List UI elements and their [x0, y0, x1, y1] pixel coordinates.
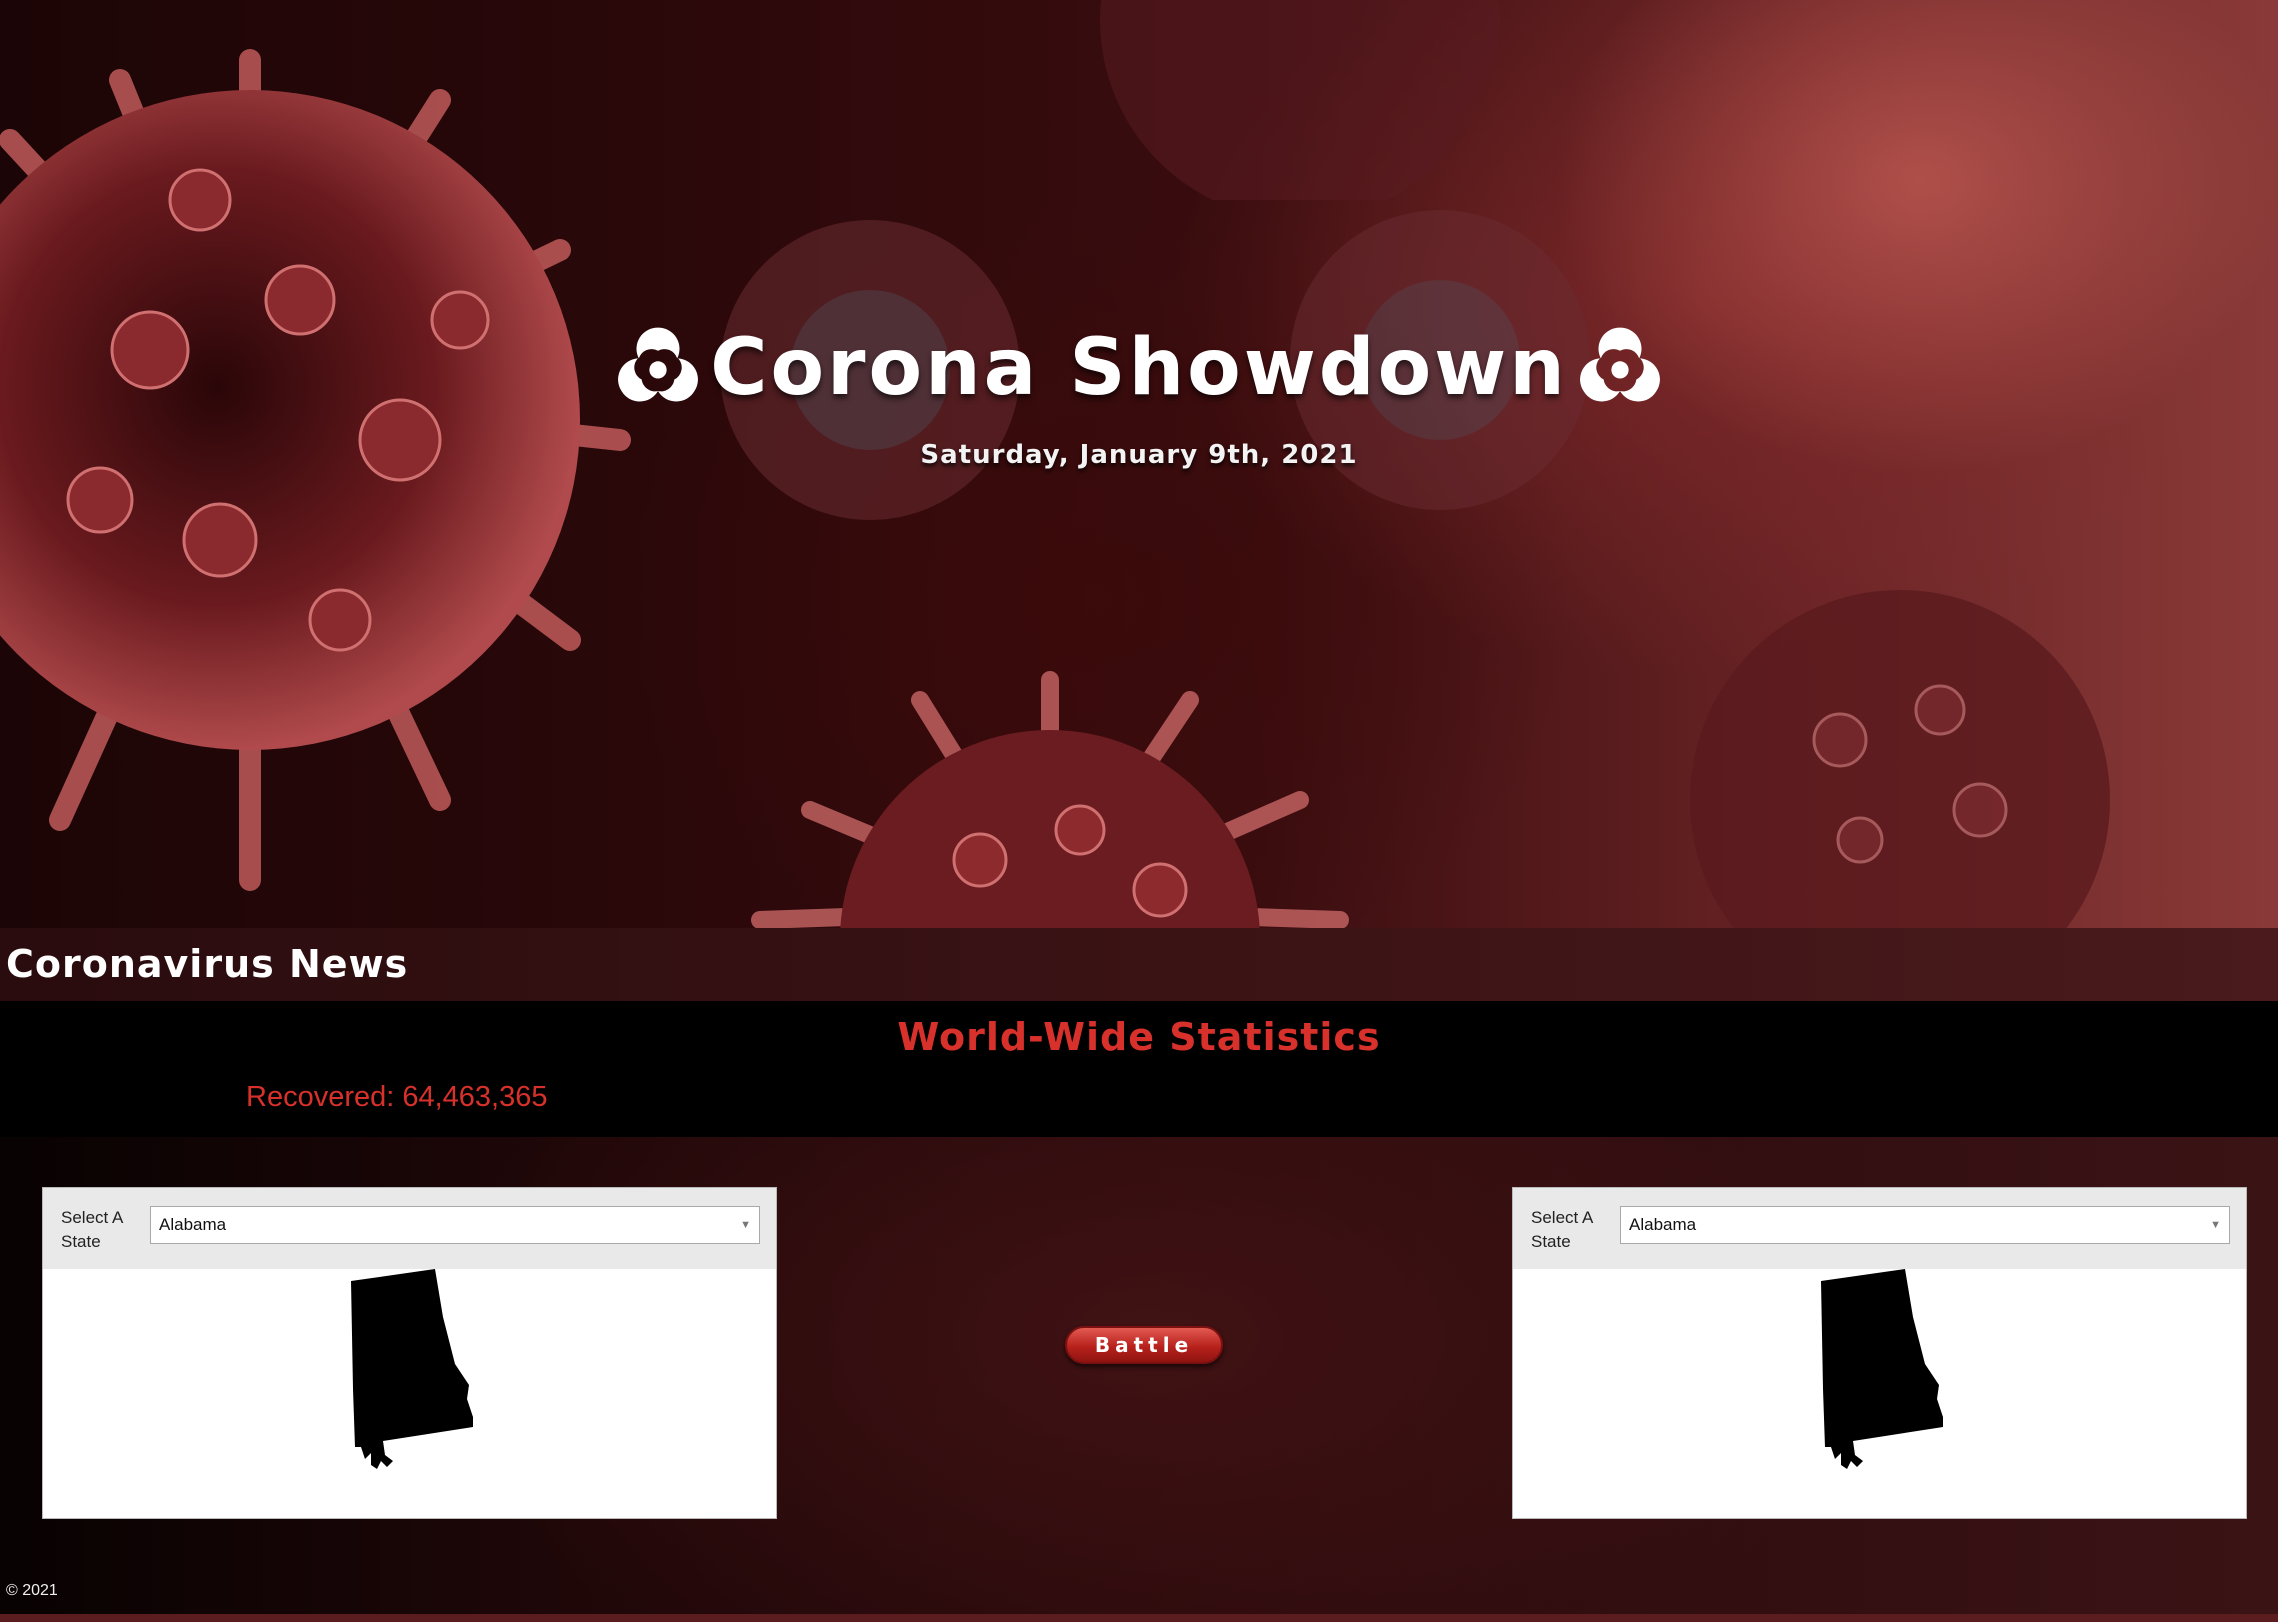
left-state-selected: Alabama — [159, 1215, 227, 1234]
virus-illustration-large — [0, 49, 631, 891]
news-section: Coronavirus News — [0, 928, 2278, 1001]
dropdown-arrow-icon: ▼ — [2210, 1219, 2221, 1231]
biohazard-icon — [618, 327, 699, 402]
select-state-label: Select A State — [61, 1208, 123, 1251]
dropdown-arrow-icon: ▼ — [740, 1219, 751, 1231]
hero-date: Saturday, January 9th, 2021 — [920, 440, 1358, 470]
recovered-count: Recovered: 64,463,365 — [246, 1081, 548, 1113]
right-state-panel: Select A State Alabama ▼ — [1512, 1187, 2247, 1519]
left-panel-header: Select A State Alabama ▼ — [43, 1188, 776, 1269]
right-panel-header: Select A State Alabama ▼ — [1513, 1188, 2246, 1269]
footer-copyright: © 2021 — [6, 1582, 58, 1599]
virus-illustration-bottom — [751, 671, 1349, 928]
left-state-select[interactable]: Alabama ▼ — [150, 1206, 760, 1244]
right-state-select[interactable]: Alabama ▼ — [1620, 1206, 2230, 1244]
battle-button[interactable]: Battle — [1065, 1326, 1223, 1364]
stats-section: World-Wide Statistics Recovered: 64,463,… — [0, 1001, 2278, 1137]
biohazard-icon — [1579, 327, 1660, 402]
select-state-label: Select A State — [1531, 1208, 1593, 1251]
hero-banner: Corona Showdown Saturday, January 9th, 2… — [0, 0, 2278, 928]
right-state-map — [1821, 1269, 1943, 1469]
virus-illustration-right — [1690, 590, 2110, 928]
right-state-selected: Alabama — [1629, 1215, 1697, 1234]
battle-section: Select A State Alabama ▼ Battle Select A… — [0, 1137, 2278, 1622]
left-state-panel: Select A State Alabama ▼ — [42, 1187, 777, 1519]
bottom-divider — [0, 1614, 2278, 1622]
left-state-map — [351, 1269, 473, 1469]
stats-title: World-Wide Statistics — [897, 1015, 1381, 1059]
news-title: Coronavirus News — [6, 942, 409, 986]
hero-title: Corona Showdown — [710, 323, 1568, 413]
hero-title-group: Corona Showdown — [610, 320, 1668, 416]
virus-illustration-blurred-top — [1100, 0, 1500, 200]
